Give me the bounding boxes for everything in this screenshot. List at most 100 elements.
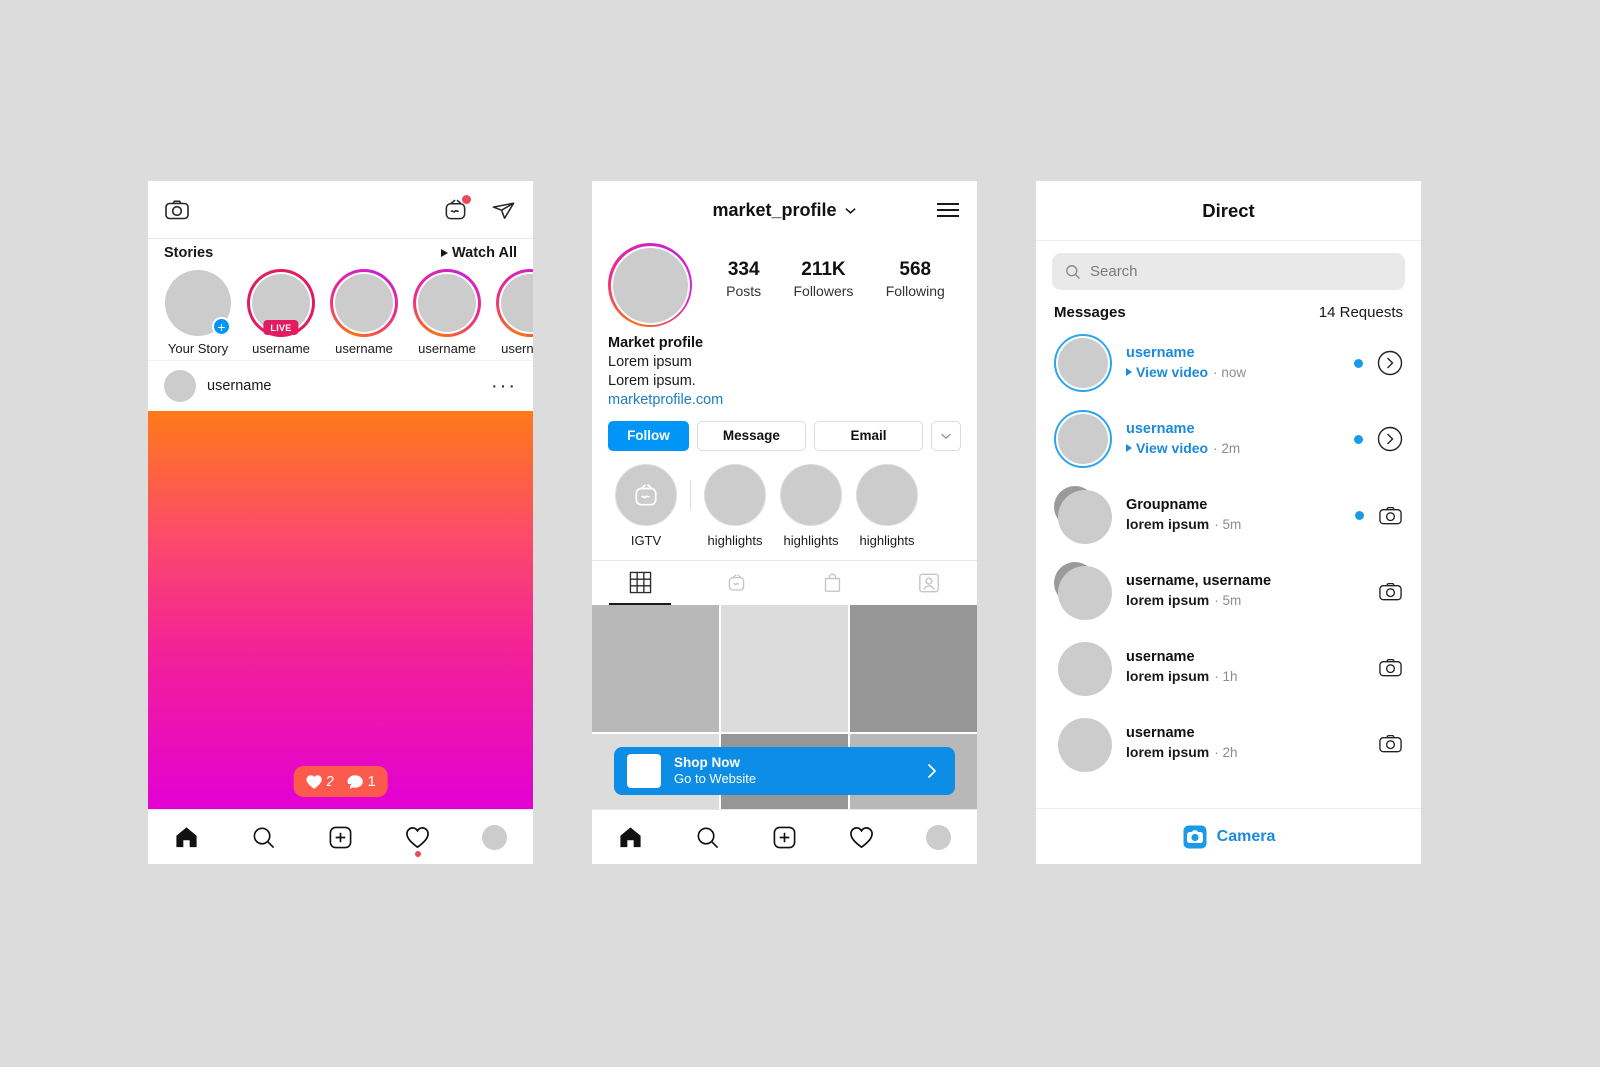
thread-row[interactable]: username, username lorem ipsum · 5m: [1036, 553, 1421, 629]
unread-dot: [1354, 358, 1363, 368]
igtv-icon[interactable]: [443, 195, 471, 222]
story-item-3[interactable]: username: [413, 269, 481, 356]
chevron-right-circle-icon[interactable]: [1377, 350, 1403, 376]
nav-activity-icon[interactable]: [393, 817, 443, 857]
highlight-cover: [704, 463, 766, 526]
tab-grid[interactable]: [592, 561, 688, 605]
watch-all-label: Watch All: [452, 245, 517, 261]
nav-activity-icon[interactable]: [837, 817, 887, 857]
thread-row[interactable]: username lorem ipsum · 2h: [1036, 705, 1421, 781]
story-item-live[interactable]: LIVE username: [247, 269, 315, 356]
thread-row[interactable]: username View video · now: [1036, 325, 1421, 401]
igtv-icon: [728, 574, 745, 591]
stories-header: Stories Watch All: [148, 239, 533, 263]
avatar: [926, 824, 951, 850]
stat-following[interactable]: 568 Following: [886, 259, 945, 299]
thread-time: · 5m: [1214, 516, 1242, 532]
story-item-2[interactable]: username: [330, 269, 398, 356]
hamburger-menu-icon[interactable]: [937, 203, 959, 217]
paper-plane-icon[interactable]: [490, 196, 517, 223]
messages-label: Messages: [1054, 304, 1126, 321]
grid-cell[interactable]: [850, 604, 977, 732]
highlight-item-3[interactable]: highlights: [849, 463, 925, 548]
profile-username: market_profile: [712, 199, 837, 220]
avatar: [482, 824, 507, 850]
stat-posts[interactable]: 334 Posts: [726, 259, 761, 299]
camera-icon[interactable]: [1378, 579, 1403, 604]
camera-icon[interactable]: [164, 197, 190, 223]
tab-shop[interactable]: [785, 561, 881, 605]
message-button[interactable]: Message: [696, 420, 806, 451]
direct-top-bar: Direct: [1036, 181, 1421, 241]
thread-row[interactable]: username View video · 2m: [1036, 401, 1421, 477]
profile-screen: market_profile 334 Posts 211K Followers …: [592, 181, 977, 864]
tab-tagged[interactable]: [881, 561, 977, 605]
shop-now-banner[interactable]: Shop Now Go to Website: [614, 747, 955, 795]
thread-time: · 2m: [1213, 440, 1241, 456]
post-image[interactable]: 2 1: [148, 411, 533, 810]
nav-home-icon[interactable]: [162, 817, 212, 857]
stat-followers[interactable]: 211K Followers: [793, 259, 853, 299]
story-ring: LIVE: [247, 269, 315, 337]
story-item-4[interactable]: username: [496, 269, 533, 356]
grid-cell[interactable]: [592, 604, 719, 732]
profile-highlights: IGTV highlights highlights highlights: [592, 451, 977, 560]
story-label: username: [418, 341, 476, 356]
requests-link[interactable]: 14 Requests: [1319, 304, 1403, 321]
nav-search-icon[interactable]: [239, 817, 289, 857]
live-badge: LIVE: [263, 320, 299, 335]
camera-icon[interactable]: [1378, 655, 1403, 680]
group-avatar: [1054, 486, 1112, 544]
view-video-link[interactable]: View video: [1126, 363, 1208, 381]
nav-add-post-icon[interactable]: [316, 817, 366, 857]
follow-button[interactable]: Follow: [608, 420, 689, 451]
thread-name: username: [1126, 725, 1195, 742]
play-triangle-icon: [1126, 444, 1132, 453]
email-button[interactable]: Email: [813, 420, 924, 451]
view-video-link[interactable]: View video: [1126, 439, 1208, 457]
profile-bottom-nav: [592, 809, 977, 864]
camera-icon[interactable]: [1378, 503, 1403, 528]
highlight-item-igtv[interactable]: IGTV: [608, 463, 684, 548]
profile-avatar-ring[interactable]: [608, 243, 692, 327]
grid-cell[interactable]: [721, 604, 848, 732]
message-thread-list[interactable]: username View video · now username View …: [1036, 325, 1421, 785]
nav-add-post-icon[interactable]: [760, 817, 810, 857]
camera-bar[interactable]: Camera: [1036, 808, 1421, 864]
highlight-item-2[interactable]: highlights: [773, 463, 849, 548]
chevron-right-circle-icon[interactable]: [1377, 426, 1403, 452]
highlight-item-1[interactable]: highlights: [697, 463, 773, 548]
camera-icon[interactable]: [1378, 731, 1403, 756]
watch-all-button[interactable]: Watch All: [441, 245, 517, 261]
profile-top-bar: market_profile: [592, 181, 977, 239]
tab-igtv[interactable]: [688, 561, 784, 605]
thread-row[interactable]: username, username: [1036, 781, 1421, 785]
thread-preview: View video: [1136, 364, 1209, 381]
avatar: [501, 274, 533, 332]
more-options-icon[interactable]: ···: [491, 376, 517, 396]
thread-name: Groupname: [1126, 497, 1208, 514]
post-username[interactable]: username: [207, 378, 271, 394]
page-title[interactable]: market_profile: [712, 200, 856, 221]
stories-strip[interactable]: + Your Story LIVE username username user…: [148, 263, 533, 360]
nav-search-icon[interactable]: [683, 817, 733, 857]
more-actions-chevron-down-icon[interactable]: [931, 420, 962, 451]
avatar[interactable]: [164, 370, 196, 402]
thread-time: · 5m: [1214, 592, 1242, 608]
thread-row[interactable]: username lorem ipsum · 1h: [1036, 629, 1421, 705]
nav-home-icon[interactable]: [606, 817, 656, 857]
post-header: username ···: [148, 360, 533, 411]
story-ring: +: [164, 269, 232, 337]
feed-top-actions: [443, 195, 517, 223]
feed-top-bar: [148, 181, 533, 239]
nav-profile-avatar[interactable]: [914, 817, 964, 857]
bio-website-link[interactable]: marketprofile.com: [608, 391, 961, 410]
avatar: [1054, 334, 1112, 392]
nav-profile-avatar[interactable]: [470, 817, 520, 857]
feed-screen: Stories Watch All + Your Story LIVE user…: [148, 181, 533, 864]
thread-row[interactable]: Groupname lorem ipsum · 5m: [1036, 477, 1421, 553]
igtv-icon: [635, 483, 657, 506]
search-input[interactable]: Search: [1052, 253, 1405, 290]
story-item-your-story[interactable]: + Your Story: [164, 269, 232, 356]
add-story-plus-icon[interactable]: +: [212, 317, 231, 336]
